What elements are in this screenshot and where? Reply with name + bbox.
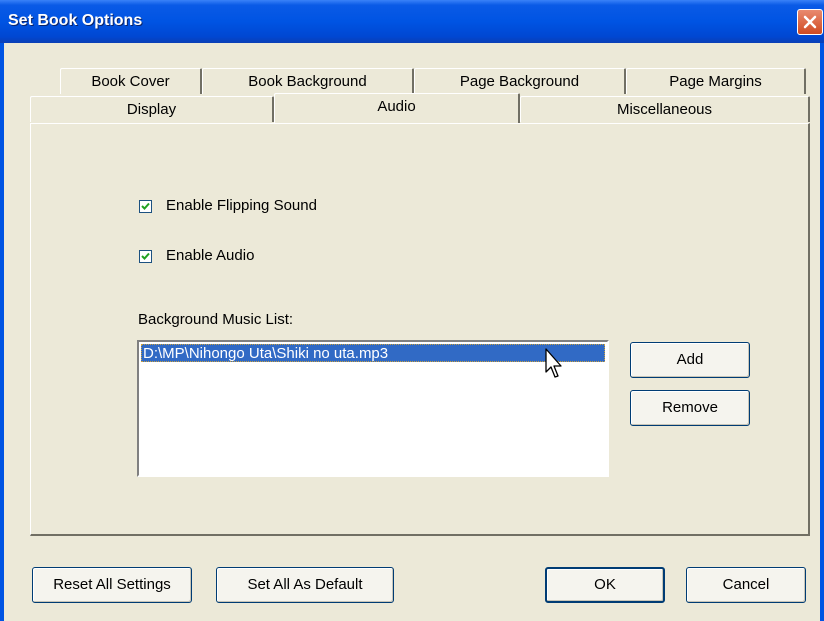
tab-page-background[interactable]: Page Background [414,68,626,94]
window-frame-left [0,43,4,621]
tab-audio[interactable]: Audio [274,93,520,123]
enable-flipping-sound-label[interactable]: Enable Flipping Sound [166,197,317,214]
tab-display[interactable]: Display [30,96,274,122]
tab-book-cover[interactable]: Book Cover [60,68,202,94]
title-bar[interactable]: Set Book Options [0,0,824,43]
mouse-pointer-icon [545,348,562,378]
tab-miscellaneous[interactable]: Miscellaneous [520,96,810,122]
reset-all-settings-button[interactable]: Reset All Settings [32,567,192,603]
window-frame-right [820,43,824,621]
checkmark-icon [141,252,150,260]
enable-audio-label[interactable]: Enable Audio [166,247,254,264]
background-music-list-label: Background Music List: [138,311,294,328]
tab-book-background[interactable]: Book Background [202,68,414,94]
background-music-listbox[interactable]: D:\MP\Nihongo Uta\Shiki no uta.mp3 [137,340,609,477]
remove-button[interactable]: Remove [630,390,750,426]
set-book-options-dialog: Set Book Options Book Cover Book Backgro… [0,0,824,621]
tab-page-margins[interactable]: Page Margins [626,68,806,94]
checkmark-icon [141,202,150,210]
enable-flipping-sound-checkbox[interactable] [139,200,152,213]
add-button[interactable]: Add [630,342,750,378]
cancel-button[interactable]: Cancel [686,567,806,603]
ok-button[interactable]: OK [545,567,665,603]
enable-audio-checkbox[interactable] [139,250,152,263]
set-all-as-default-button[interactable]: Set All As Default [216,567,394,603]
close-icon [803,15,817,29]
window-title: Set Book Options [8,12,143,29]
list-item[interactable]: D:\MP\Nihongo Uta\Shiki no uta.mp3 [141,344,605,362]
close-button[interactable] [797,9,823,35]
